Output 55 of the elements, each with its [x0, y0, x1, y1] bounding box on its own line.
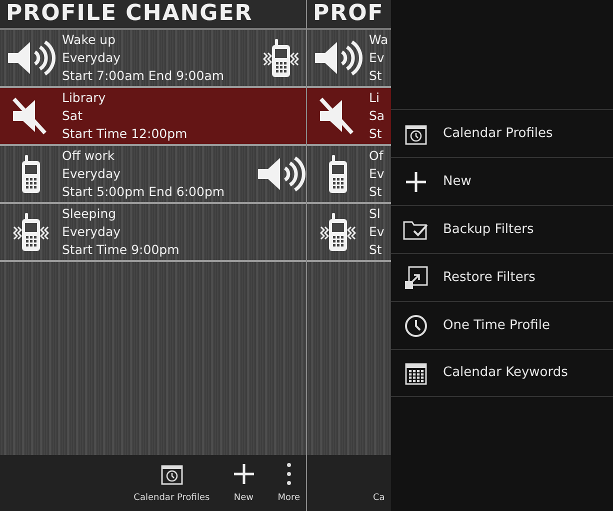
profile-time: Start 5:00pm End 6:00pm: [62, 183, 225, 201]
profile-time: St: [369, 125, 382, 143]
phone-icon: [21, 153, 41, 195]
more-icon: [286, 462, 292, 486]
profile-name: Li: [369, 89, 380, 107]
profile-days: Everyday: [62, 165, 121, 183]
menu-item[interactable]: New: [391, 157, 613, 205]
calendar-grid-icon: [404, 361, 428, 385]
profile-name: Sleeping: [62, 205, 116, 223]
profile-days: Everyday: [62, 49, 121, 67]
profile-row[interactable]: Sleeping Everyday Start Time 9:00pm: [0, 204, 306, 262]
plus-icon: [404, 170, 428, 194]
folder-check-icon: [403, 218, 429, 240]
phone-icon: [328, 153, 348, 195]
action-button[interactable]: Ca: [373, 492, 385, 505]
menu-item[interactable]: One Time Profile: [391, 301, 613, 349]
action-button[interactable]: More: [278, 462, 300, 505]
profile-row[interactable]: Library Sat Start Time 12:00pm: [0, 88, 306, 146]
vibrating-phone-icon: [11, 211, 51, 253]
profile-name: Library: [62, 89, 106, 107]
profile-days: Ev: [369, 49, 384, 67]
profile-days: Ev: [369, 165, 384, 183]
menu-item[interactable]: Restore Filters: [391, 253, 613, 301]
profile-time: St: [369, 67, 382, 85]
action-button[interactable]: Calendar Profiles: [134, 462, 210, 505]
profile-time: Start 7:00am End 9:00am: [62, 67, 224, 85]
vibrating-phone-icon: [318, 211, 358, 253]
menu-item[interactable]: Calendar Profiles: [391, 109, 613, 157]
menu-item[interactable]: Backup Filters: [391, 205, 613, 253]
profile-row[interactable]: Li Sa St: [307, 88, 391, 146]
profile-row[interactable]: Off work Everyday Start 5:00pm End 6:00pm: [0, 146, 306, 204]
vibrating-phone-icon: [261, 37, 301, 79]
profile-time: St: [369, 183, 382, 201]
profile-days: Sat: [62, 107, 82, 125]
action-button[interactable]: New: [232, 462, 256, 505]
sound-icon: [6, 38, 56, 78]
plus-icon: [232, 462, 256, 486]
profile-days: Ev: [369, 223, 384, 241]
profile-name: Wa: [369, 31, 388, 49]
app-title: PROF: [307, 0, 391, 30]
sound-icon: [256, 154, 306, 194]
profile-name: Wake up: [62, 31, 116, 49]
profile-time: St: [369, 241, 382, 259]
clock-icon: [404, 314, 428, 338]
menu-item[interactable]: Calendar Keywords: [391, 349, 613, 397]
profile-name: Of: [369, 147, 384, 165]
profile-name: Sl: [369, 205, 380, 223]
profile-days: Sa: [369, 107, 385, 125]
profile-time: Start Time 9:00pm: [62, 241, 180, 259]
profile-time: Start Time 12:00pm: [62, 125, 188, 143]
profile-days: Everyday: [62, 223, 121, 241]
sound-icon: [313, 38, 363, 78]
restore-icon: [404, 266, 428, 290]
app-title: PROFILE CHANGER: [0, 0, 306, 30]
profile-name: Off work: [62, 147, 115, 165]
